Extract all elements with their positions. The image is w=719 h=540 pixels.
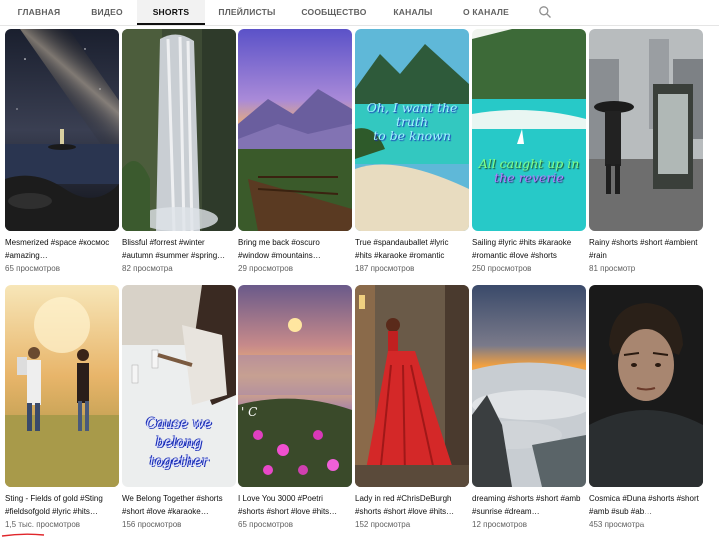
tab-shorts[interactable]: SHORTS	[137, 0, 205, 25]
short-title[interactable]: Lady in red #ChrisDeBurgh #shorts #short…	[355, 493, 467, 518]
highlight-underline	[1, 533, 45, 537]
thumbnail[interactable]	[589, 285, 703, 487]
thumbnail[interactable]	[5, 29, 119, 231]
view-count: 82 просмотра	[122, 264, 173, 273]
thumbnail[interactable]	[122, 29, 236, 231]
view-count: 152 просмотра	[355, 520, 411, 529]
thumbnail[interactable]: All caught up in the reverie	[472, 29, 586, 231]
short-title[interactable]: Mesmerized #space #космос #amazing…	[5, 237, 117, 262]
lyric-overlay: All caught up in the reverie	[478, 156, 580, 185]
view-count: 65 просмотров	[5, 264, 60, 273]
thumbnail[interactable]	[355, 285, 469, 487]
tab-channels[interactable]: КАНАЛЫ	[383, 0, 443, 24]
search-icon[interactable]	[538, 5, 552, 19]
view-count: 1,5 тыс. просмотров	[5, 520, 81, 529]
view-count: 81 просмотр	[589, 264, 636, 273]
short-title[interactable]: Bring me back #oscuro #window #mountains…	[238, 237, 350, 262]
short-title[interactable]: Rainy #shorts #short #ambient #rain	[589, 237, 701, 262]
tab-videos[interactable]: ВИДЕО	[80, 0, 134, 24]
view-count: 29 просмотров	[238, 264, 293, 273]
tab-playlists[interactable]: ПЛЕЙЛИСТЫ	[210, 0, 284, 24]
view-count: 250 просмотров	[472, 264, 532, 273]
avito-watermark: Avito	[640, 502, 706, 530]
view-count: 187 просмотров	[355, 264, 415, 273]
tab-community[interactable]: СООБЩЕСТВО	[296, 0, 372, 24]
thumbnail[interactable]: Cause we belong together	[122, 285, 236, 487]
svg-text:' C: ' C	[241, 405, 257, 419]
thumbnail[interactable]: Oh, I want the truth to be known	[355, 29, 469, 231]
lyric-overlay: Cause we belong together	[146, 416, 212, 470]
tab-about[interactable]: О КАНАЛЕ	[455, 0, 517, 24]
tab-home[interactable]: ГЛАВНАЯ	[10, 0, 68, 24]
short-title[interactable]: Sting - Fields of gold #Sting #fieldsofg…	[5, 493, 117, 518]
lyric-overlay: Oh, I want the truth to be known	[366, 100, 458, 143]
view-count: 156 просмотров	[122, 520, 182, 529]
short-title[interactable]: dreaming #shorts #short #amb #sunrise #d…	[472, 493, 584, 518]
thumbnail[interactable]	[472, 285, 586, 487]
short-title[interactable]: True #spandauballet #lyric #hits #karaok…	[355, 237, 467, 262]
view-count: 65 просмотров	[238, 520, 293, 529]
short-title[interactable]: We Belong Together #shorts #short #love …	[122, 493, 234, 518]
thumbnail[interactable]	[589, 29, 703, 231]
thumbnail[interactable]	[238, 29, 352, 231]
short-title[interactable]: Sailing #lyric #hits #karaoke #romantic …	[472, 237, 584, 262]
short-title[interactable]: I Love You 3000 #Poetri #shorts #short #…	[238, 493, 350, 518]
channel-tabs: ГЛАВНАЯ ВИДЕО SHORTS ПЛЕЙЛИСТЫ СООБЩЕСТВ…	[0, 0, 719, 26]
view-count: 12 просмотров	[472, 520, 527, 529]
thumbnail[interactable]: ' C	[238, 285, 352, 487]
shorts-grid: Mesmerized #space #космос #amazing… 65 п…	[4, 29, 716, 540]
thumbnail[interactable]	[5, 285, 119, 487]
short-title[interactable]: Blissful #forrest #winter #autumn #summe…	[122, 237, 234, 262]
